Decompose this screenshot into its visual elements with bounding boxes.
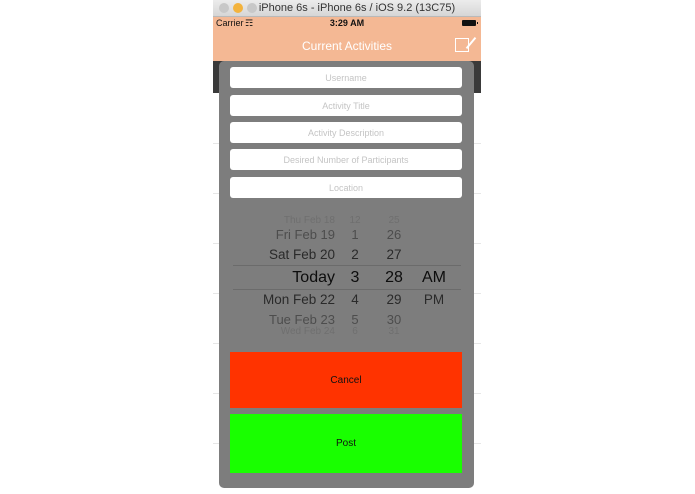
picker-hour: 6 [352,326,358,335]
phone-screen: Carrier ☶ 3:29 AM Current Activities Thu… [213,17,481,494]
compose-icon[interactable] [455,38,469,52]
picker-date: Fri Feb 19 [275,227,335,242]
battery-icon [462,20,478,26]
activity-description-input[interactable] [230,122,462,143]
picker-minute: 27 [386,247,402,262]
picker-minute: 26 [386,227,402,242]
status-bar: Carrier ☶ 3:29 AM [213,17,481,31]
activity-title-input[interactable] [230,95,462,116]
window-title: iPhone 6s - iPhone 6s / iOS 9.2 (13C75) [258,2,456,14]
nav-title: Current Activities [301,39,393,53]
picker-minute: 30 [386,312,402,327]
picker-date: Mon Feb 22 [262,292,335,307]
picker-date: Thu Feb 18 [283,215,335,226]
picker-ampm: PM [423,292,445,307]
picker-row[interactable]: Mon Feb 22 4 29 PM [219,292,474,312]
picker-ampm: AM [422,269,446,286]
picker-hour: 5 [351,312,359,327]
picker-hour: 2 [351,247,359,262]
close-window-icon[interactable] [219,3,229,13]
cancel-button[interactable]: Cancel [230,352,462,408]
picker-hour: 1 [351,227,359,242]
picker-hour: 3 [350,269,360,286]
picker-minute: 28 [385,269,403,286]
location-input[interactable] [230,177,462,198]
picker-date: Sat Feb 20 [268,247,335,262]
picker-hour: 4 [351,292,359,307]
navigation-bar: Current Activities [213,31,481,61]
picker-hour: 12 [349,215,361,226]
picker-minute: 25 [388,215,400,226]
date-time-picker[interactable]: Thu Feb 18 12 25 Fri Feb 19 1 26 Sat Feb… [219,213,474,335]
status-time: 3:29 AM [329,18,365,28]
picker-date: Tue Feb 23 [268,312,335,327]
new-activity-modal: Thu Feb 18 12 25 Fri Feb 19 1 26 Sat Feb… [219,61,474,488]
participants-input[interactable] [230,149,462,170]
picker-minute: 31 [388,326,400,335]
simulator-titlebar: iPhone 6s - iPhone 6s / iOS 9.2 (13C75) [213,0,481,17]
minimize-window-icon[interactable] [233,3,243,13]
picker-date: Wed Feb 24 [280,326,335,335]
picker-selection-line [233,289,461,290]
picker-row[interactable]: Fri Feb 19 1 26 [219,227,474,247]
picker-minute: 29 [386,292,402,307]
username-input[interactable] [230,67,462,88]
post-button[interactable]: Post [230,414,462,473]
picker-row[interactable]: Sat Feb 20 2 27 [219,247,474,267]
picker-date: Today [292,269,335,286]
zoom-window-icon[interactable] [247,3,257,13]
picker-selection-line [233,265,461,266]
picker-row[interactable]: Wed Feb 24 6 31 [219,326,474,335]
picker-row-selected[interactable]: Today 3 28 AM [219,269,474,289]
